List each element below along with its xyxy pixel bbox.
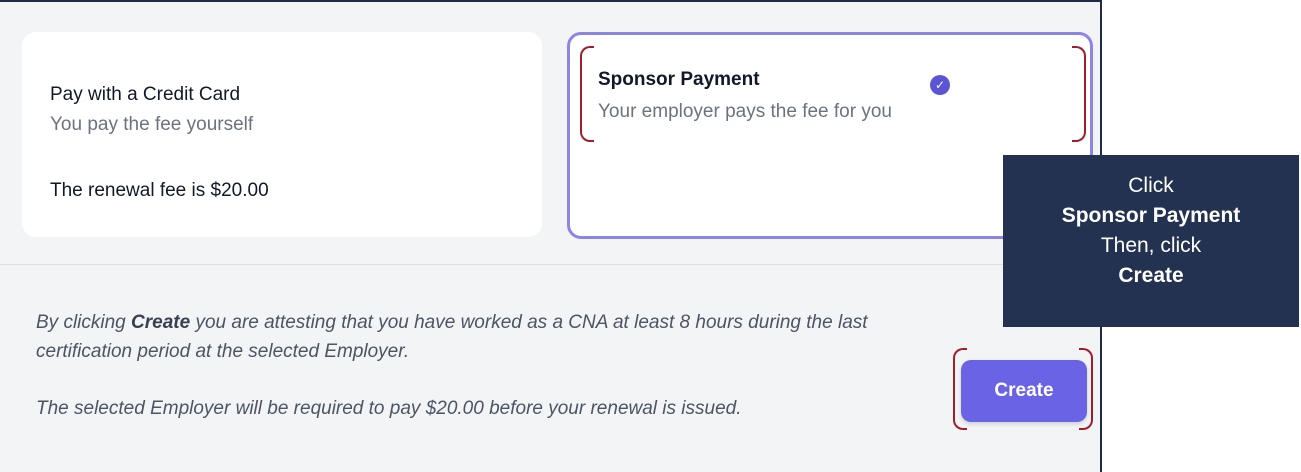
credit-card-option[interactable]: Pay with a Credit Card You pay the fee y… bbox=[22, 32, 542, 237]
credit-card-subtitle: You pay the fee yourself bbox=[50, 114, 254, 135]
callout-line-2: Sponsor Payment bbox=[1061, 204, 1241, 227]
annotation-bracket-left bbox=[580, 46, 594, 142]
attestation-create-word: Create bbox=[131, 312, 191, 333]
credit-card-title: Pay with a Credit Card bbox=[50, 84, 241, 105]
callout-line-1: Click bbox=[1128, 174, 1174, 197]
sponsor-payment-title: Sponsor Payment bbox=[598, 69, 760, 90]
instruction-callout: Click Sponsor Payment Then, click Create bbox=[1003, 155, 1299, 327]
selected-check-icon: ✓ bbox=[930, 75, 950, 95]
callout-line-3: Then, click bbox=[1100, 234, 1202, 257]
payment-panel: Pay with a Credit Card You pay the fee y… bbox=[0, 0, 1102, 472]
renewal-fee-text: The renewal fee is $20.00 bbox=[50, 180, 269, 201]
callout-line-4: Create bbox=[1118, 264, 1184, 287]
annotation-bracket-right bbox=[1072, 46, 1086, 142]
sponsor-payment-subtitle: Your employer pays the fee for you bbox=[598, 101, 892, 122]
divider bbox=[0, 264, 1100, 265]
annotation-bracket-right bbox=[1079, 348, 1093, 430]
attestation-prefix: By clicking bbox=[36, 312, 132, 333]
attestation-text: By clicking Create you are attesting tha… bbox=[36, 308, 916, 366]
create-button[interactable]: Create bbox=[961, 360, 1087, 422]
employer-payment-notice: The selected Employer will be required t… bbox=[36, 398, 742, 419]
annotation-bracket-left bbox=[953, 348, 967, 430]
